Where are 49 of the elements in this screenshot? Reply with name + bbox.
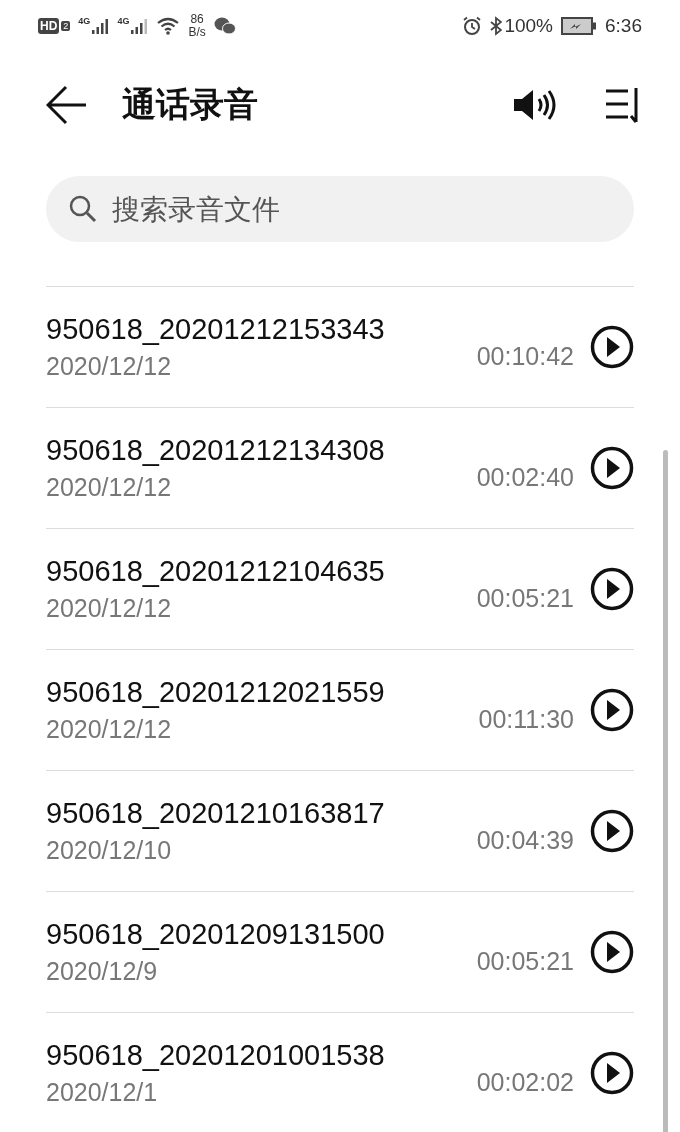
recording-date: 2020/12/12 bbox=[46, 594, 173, 623]
recording-name: 950618_20201212021559 bbox=[46, 676, 386, 709]
recording-duration: 00:02:40 bbox=[476, 462, 574, 492]
network-speed: 86 bbox=[190, 13, 204, 26]
alarm-icon bbox=[462, 16, 483, 36]
chat-app-icon bbox=[213, 16, 236, 36]
play-button[interactable] bbox=[590, 446, 634, 490]
recording-name: 950618_20201212153343 bbox=[46, 313, 386, 346]
page-title: 通话录音 bbox=[122, 83, 259, 126]
signal-icon bbox=[91, 17, 110, 35]
recording-name: 950618_20201210163817 bbox=[46, 797, 386, 830]
speed-unit: B/s bbox=[188, 26, 206, 39]
scrollbar[interactable] bbox=[663, 450, 668, 1132]
recording-duration: 00:04:39 bbox=[476, 825, 574, 855]
network-label: 4G bbox=[117, 17, 130, 26]
recording-date: 2020/12/9 bbox=[46, 957, 159, 986]
recording-name: 950618_20201201001538 bbox=[46, 1039, 386, 1072]
play-button[interactable] bbox=[590, 1051, 634, 1095]
clock-time: 6:36 bbox=[605, 15, 642, 37]
recording-date: 2020/12/1 bbox=[46, 1078, 159, 1107]
recording-duration: 00:11:30 bbox=[478, 704, 574, 734]
recording-duration: 00:10:42 bbox=[476, 341, 574, 371]
search-icon bbox=[68, 194, 98, 224]
recording-duration: 00:05:21 bbox=[476, 946, 574, 976]
search-field[interactable]: 搜索录音文件 bbox=[46, 176, 634, 242]
play-button[interactable] bbox=[590, 688, 634, 732]
recording-date: 2020/12/10 bbox=[46, 836, 173, 865]
battery-percentage: 100% bbox=[504, 15, 553, 37]
hd-badge: HD bbox=[38, 18, 60, 34]
play-button[interactable] bbox=[590, 567, 634, 611]
recording-date: 2020/12/12 bbox=[46, 715, 173, 744]
play-button[interactable] bbox=[590, 325, 634, 369]
wifi-icon bbox=[156, 16, 181, 36]
play-button[interactable] bbox=[590, 930, 634, 974]
recording-date: 2020/12/12 bbox=[46, 473, 173, 502]
recording-name: 950618_20201212104635 bbox=[46, 555, 386, 588]
recording-name: 950618_20201209131500 bbox=[46, 918, 386, 951]
network-label: 4G bbox=[78, 17, 91, 26]
recording-name: 950618_20201212134308 bbox=[46, 434, 386, 467]
battery-icon bbox=[561, 17, 597, 35]
back-button[interactable] bbox=[46, 85, 88, 125]
sim-badge: 2 bbox=[61, 21, 71, 31]
bluetooth-icon bbox=[490, 16, 503, 36]
signal-icon bbox=[130, 17, 149, 35]
recording-date: 2020/12/12 bbox=[46, 352, 173, 381]
play-button[interactable] bbox=[590, 809, 634, 853]
speaker-button[interactable] bbox=[512, 88, 558, 122]
recording-duration: 00:05:21 bbox=[476, 583, 574, 613]
recording-duration: 00:02:02 bbox=[476, 1067, 574, 1097]
